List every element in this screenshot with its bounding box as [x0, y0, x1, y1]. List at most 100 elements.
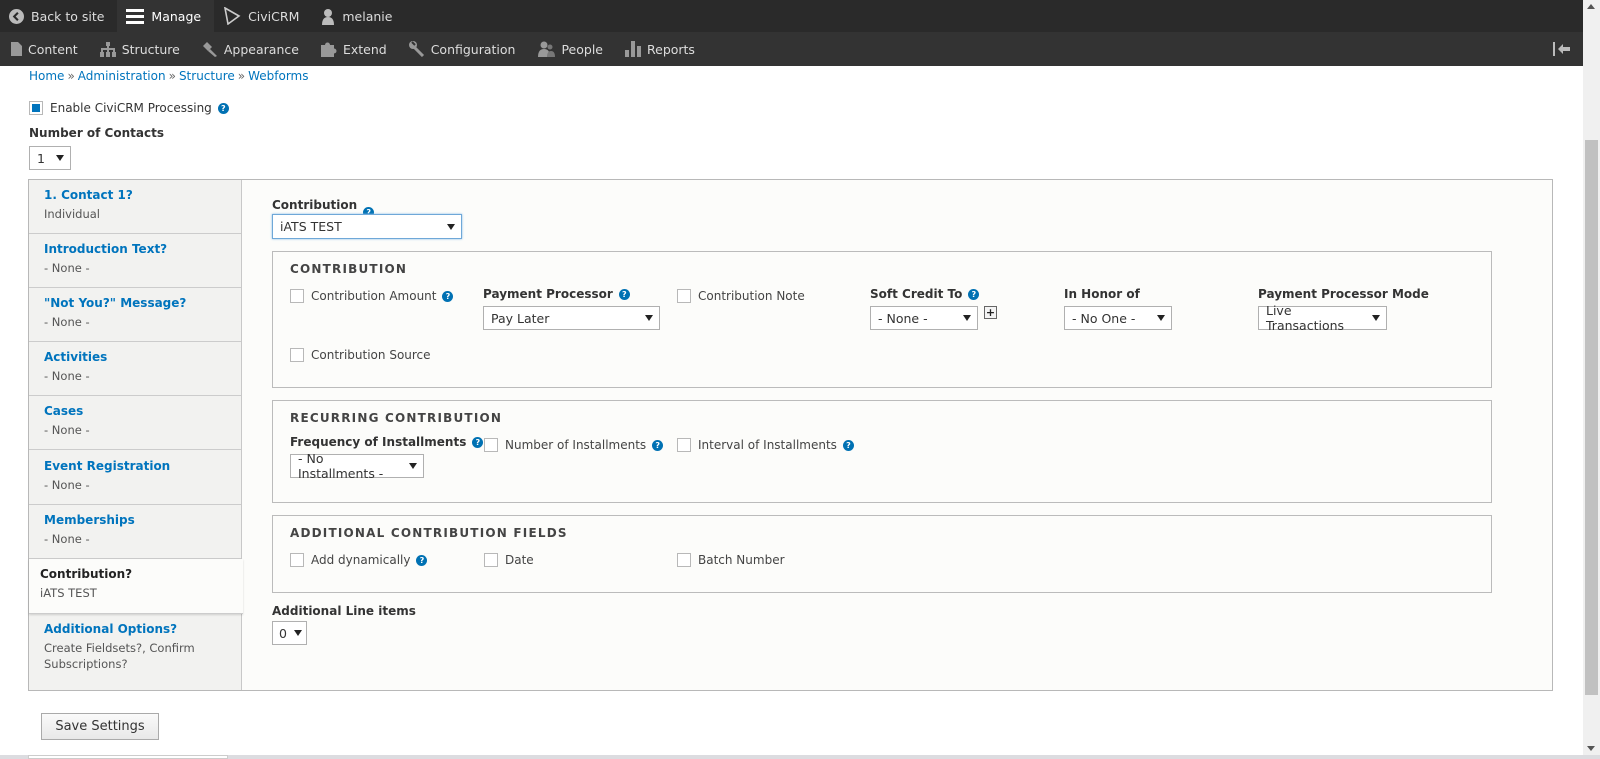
vertical-tab-not-you-message[interactable]: "Not You?" Message? - None - — [29, 288, 241, 342]
taskbar-strip — [0, 755, 1600, 759]
save-settings-button[interactable]: Save Settings — [41, 713, 159, 740]
tab-title: Event Registration — [44, 459, 171, 473]
help-icon[interactable]: ? — [416, 554, 428, 566]
scroll-up-icon[interactable] — [1587, 4, 1595, 9]
tray-item-content[interactable]: Content — [0, 42, 89, 57]
add-dynamically-field: Add dynamically ? — [290, 553, 428, 567]
soft-credit-to-value: - None - — [878, 310, 928, 326]
additional-fields-legend: ADDITIONAL CONTRIBUTION FIELDS — [290, 526, 568, 540]
help-icon[interactable]: ? — [442, 290, 454, 302]
breadcrumb-structure[interactable]: Structure — [179, 69, 235, 83]
tray-item-reports[interactable]: Reports — [614, 41, 706, 57]
bar-chart-icon — [625, 41, 641, 57]
scroll-down-icon[interactable] — [1587, 746, 1595, 751]
tray-item-people[interactable]: People — [526, 41, 614, 57]
help-icon[interactable]: ? — [842, 439, 854, 451]
tray-item-appearance[interactable]: Appearance — [191, 41, 310, 57]
add-soft-credit-button[interactable]: + — [984, 306, 997, 319]
additional-contribution-fields-fieldset: ADDITIONAL CONTRIBUTION FIELDS Add dynam… — [272, 515, 1492, 593]
tab-summary: - None - — [44, 261, 90, 275]
payment-processor-mode-select[interactable]: Live Transactions — [1258, 303, 1387, 333]
vertical-tab-memberships[interactable]: Memberships - None - — [29, 505, 241, 559]
number-of-installments-checkbox[interactable] — [484, 438, 498, 452]
admin-tray: Content Structure Appearance Extend Conf… — [0, 32, 1583, 66]
enable-civicrm-label: Enable CiviCRM Processing — [50, 101, 212, 115]
tab-summary: - None - — [44, 478, 90, 492]
back-arrow-icon — [9, 8, 24, 24]
contribution-amount-field: Contribution Amount ? — [290, 289, 454, 303]
number-of-installments-label: Number of Installments — [505, 438, 647, 452]
help-icon[interactable]: ? — [217, 102, 229, 114]
batch-number-checkbox[interactable] — [677, 553, 691, 567]
breadcrumb-home[interactable]: Home — [29, 69, 64, 83]
breadcrumb-administration[interactable]: Administration — [78, 69, 166, 83]
payment-processor-mode-value: Live Transactions — [1266, 303, 1345, 333]
date-checkbox[interactable] — [484, 553, 498, 567]
frequency-label: Frequency of Installments — [290, 435, 467, 449]
help-icon[interactable]: ? — [652, 439, 664, 451]
date-label: Date — [505, 553, 534, 567]
frequency-select[interactable]: - No Installments - — [290, 451, 424, 481]
tray-orientation-toggle[interactable] — [1553, 41, 1571, 57]
contribution-source-checkbox[interactable] — [290, 348, 304, 362]
vertical-tab-event-registration[interactable]: Event Registration - None - — [29, 451, 241, 505]
tray-label: Reports — [647, 41, 695, 57]
number-of-installments-field: Number of Installments ? — [484, 438, 664, 452]
user-tab[interactable]: melanie — [312, 0, 405, 32]
payment-processor-label: Payment Processor — [483, 287, 613, 301]
payment-processor-mode-label: Payment Processor Mode — [1258, 287, 1429, 301]
admin-toolbar: Back to site Manage CiviCRM melanie — [0, 0, 1583, 32]
help-icon[interactable]: ? — [472, 436, 484, 448]
tray-item-structure[interactable]: Structure — [89, 41, 191, 57]
tray-item-configuration[interactable]: Configuration — [398, 41, 527, 57]
civicrm-logo-icon — [223, 7, 241, 25]
interval-of-installments-checkbox[interactable] — [677, 438, 691, 452]
vertical-tabs-menu: 1. Contact 1? Individual Introduction Te… — [29, 180, 243, 690]
tab-title: 1. Contact 1? — [44, 188, 133, 202]
tray-item-extend[interactable]: Extend — [310, 42, 398, 57]
add-dynamically-label: Add dynamically — [311, 553, 411, 567]
back-to-site-link[interactable]: Back to site — [0, 0, 117, 32]
frequency-field: Frequency of Installments? - No Installm… — [290, 435, 484, 481]
tab-title: Additional Options? — [44, 622, 178, 636]
contribution-fieldset: CONTRIBUTION Contribution Amount ? Payme… — [272, 251, 1492, 388]
in-honor-of-label: In Honor of — [1064, 287, 1140, 301]
help-icon[interactable]: ? — [618, 288, 630, 300]
tray-label: People — [561, 41, 603, 57]
number-of-contacts-select[interactable]: 1 — [29, 146, 71, 170]
vertical-tab-activities[interactable]: Activities - None - — [29, 342, 241, 396]
add-dynamically-checkbox[interactable] — [290, 553, 304, 567]
tray-label: Content — [28, 41, 78, 57]
payment-processor-select[interactable]: Pay Later — [483, 306, 660, 330]
help-icon[interactable]: ? — [968, 288, 980, 300]
contribution-page-select[interactable]: iATS TEST — [272, 214, 462, 239]
tab-summary: - None - — [44, 369, 90, 383]
vertical-tab-contribution[interactable]: Contribution? iATS TEST — [29, 559, 243, 614]
chevron-down-icon — [1372, 315, 1380, 321]
tray-label: Structure — [121, 41, 180, 57]
additional-line-items-select[interactable]: 0 — [272, 621, 307, 645]
interval-of-installments-field: Interval of Installments ? — [677, 438, 854, 452]
enable-civicrm-checkbox[interactable] — [29, 101, 43, 115]
scrollbar-thumb[interactable] — [1585, 140, 1598, 695]
contribution-amount-checkbox[interactable] — [290, 289, 304, 303]
civicrm-label: CiviCRM — [248, 8, 300, 24]
breadcrumb-webforms[interactable]: Webforms — [248, 69, 308, 83]
vertical-tab-cases[interactable]: Cases - None - — [29, 396, 241, 450]
in-honor-of-select[interactable]: - No One - — [1064, 306, 1172, 330]
frequency-value: - No Installments - — [298, 451, 384, 481]
soft-credit-to-label: Soft Credit To — [870, 287, 963, 301]
chevron-down-icon — [56, 155, 64, 161]
civicrm-tab[interactable]: CiviCRM — [214, 0, 312, 32]
tray-label: Configuration — [430, 41, 516, 57]
soft-credit-to-select[interactable]: - None - — [870, 306, 978, 330]
vertical-tab-additional-options[interactable]: Additional Options? Create Fieldsets?, C… — [29, 614, 241, 690]
contribution-note-checkbox[interactable] — [677, 289, 691, 303]
vertical-tab-contact-1[interactable]: 1. Contact 1? Individual — [29, 180, 241, 234]
manage-tab[interactable]: Manage — [117, 0, 215, 32]
vertical-tab-introduction-text[interactable]: Introduction Text? - None - — [29, 234, 241, 288]
page-scrollbar[interactable] — [1583, 0, 1600, 755]
contribution-source-field: Contribution Source — [290, 348, 431, 362]
taskbar-item — [28, 755, 228, 759]
contribution-amount-label: Contribution Amount — [311, 289, 437, 303]
